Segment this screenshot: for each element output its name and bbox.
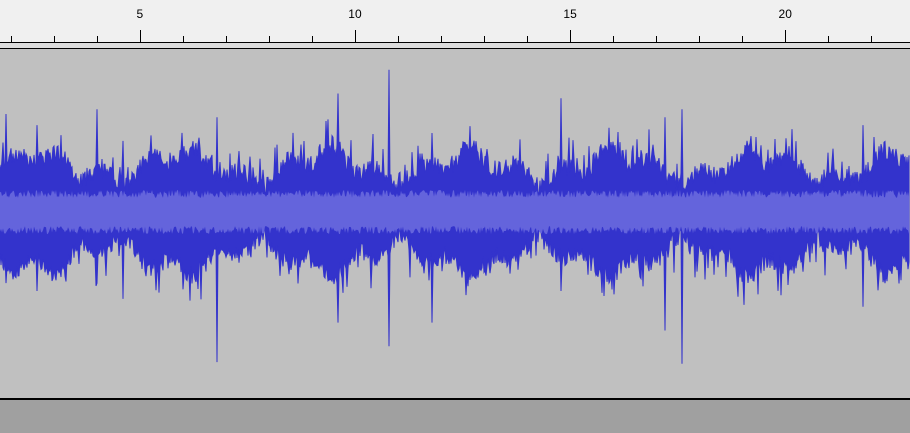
audio-track[interactable] xyxy=(0,48,910,400)
waveform xyxy=(0,69,910,364)
ruler-label-20: 20 xyxy=(778,7,792,21)
ruler-label-15: 15 xyxy=(563,7,577,21)
empty-track-area[interactable] xyxy=(0,400,910,433)
ruler-label-5: 5 xyxy=(136,7,144,21)
ruler-label-10: 10 xyxy=(348,7,362,21)
timeline-ruler[interactable]: 5 10 15 20 xyxy=(0,0,910,43)
